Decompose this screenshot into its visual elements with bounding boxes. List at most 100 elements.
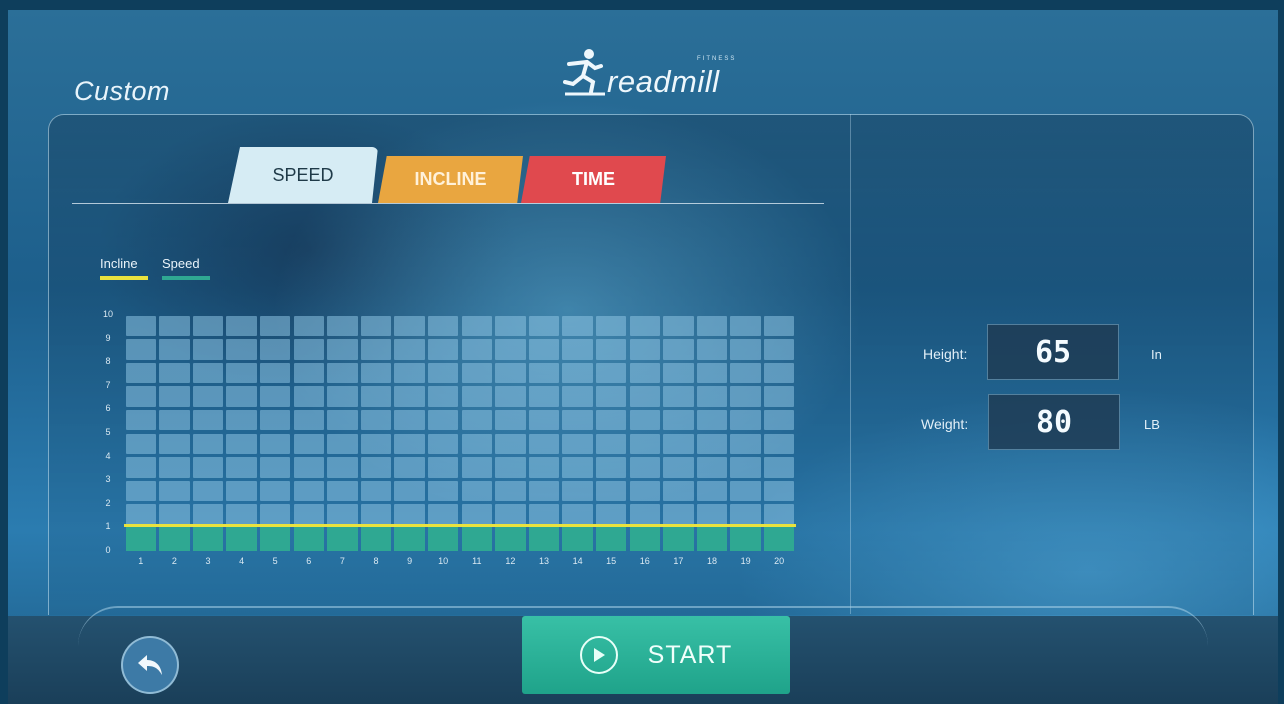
grid-cell[interactable] <box>293 386 325 407</box>
grid-cell[interactable] <box>427 339 459 360</box>
grid-cell[interactable] <box>259 433 291 455</box>
grid-cell[interactable] <box>763 504 795 525</box>
grid-cell[interactable] <box>696 504 728 525</box>
speed-bar[interactable] <box>327 526 358 551</box>
speed-bar[interactable] <box>360 526 392 551</box>
grid-cell[interactable] <box>293 315 325 337</box>
grid-cell[interactable] <box>327 315 358 337</box>
grid-cell[interactable] <box>562 433 593 455</box>
grid-cell[interactable] <box>394 480 425 502</box>
grid-cell[interactable] <box>125 362 157 384</box>
grid-cell[interactable] <box>562 457 593 478</box>
grid-cell[interactable] <box>595 339 627 360</box>
grid-cell[interactable] <box>528 457 560 478</box>
grid-cell[interactable] <box>360 315 392 337</box>
grid-cell[interactable] <box>663 386 694 407</box>
speed-bar[interactable] <box>159 526 190 551</box>
grid-cell[interactable] <box>159 433 190 455</box>
grid-cell[interactable] <box>730 480 761 502</box>
grid-cell[interactable] <box>360 457 392 478</box>
grid-cell[interactable] <box>394 504 425 525</box>
grid-cell[interactable] <box>730 409 761 431</box>
grid-cell[interactable] <box>730 362 761 384</box>
grid-cell[interactable] <box>226 386 257 407</box>
grid-cell[interactable] <box>394 362 425 384</box>
grid-cell[interactable] <box>663 362 694 384</box>
speed-bar[interactable] <box>763 526 795 551</box>
grid-cell[interactable] <box>159 504 190 525</box>
grid-cell[interactable] <box>696 339 728 360</box>
grid-cell[interactable] <box>427 315 459 337</box>
grid-cell[interactable] <box>696 409 728 431</box>
grid-cell[interactable] <box>495 409 526 431</box>
grid-cell[interactable] <box>159 480 190 502</box>
speed-bar[interactable] <box>562 526 593 551</box>
grid-cell[interactable] <box>394 339 425 360</box>
grid-cell[interactable] <box>730 339 761 360</box>
grid-cell[interactable] <box>159 315 190 337</box>
grid-cell[interactable] <box>192 433 224 455</box>
grid-cell[interactable] <box>159 362 190 384</box>
grid-cell[interactable] <box>394 386 425 407</box>
speed-bar[interactable] <box>192 526 224 551</box>
speed-bar[interactable] <box>226 526 257 551</box>
grid-cell[interactable] <box>696 362 728 384</box>
grid-cell[interactable] <box>125 504 157 525</box>
grid-cell[interactable] <box>293 339 325 360</box>
grid-cell[interactable] <box>293 362 325 384</box>
grid-cell[interactable] <box>259 339 291 360</box>
grid-cell[interactable] <box>696 315 728 337</box>
speed-bar[interactable] <box>696 526 728 551</box>
grid-cell[interactable] <box>528 386 560 407</box>
grid-cell[interactable] <box>595 362 627 384</box>
tab-time[interactable]: TIME <box>521 156 666 203</box>
grid-cell[interactable] <box>495 480 526 502</box>
grid-cell[interactable] <box>327 339 358 360</box>
speed-bar[interactable] <box>495 526 526 551</box>
grid-cell[interactable] <box>293 504 325 525</box>
tab-incline[interactable]: INCLINE <box>378 156 523 203</box>
grid-cell[interactable] <box>394 433 425 455</box>
grid-cell[interactable] <box>763 409 795 431</box>
grid-cell[interactable] <box>461 339 493 360</box>
grid-cell[interactable] <box>226 315 257 337</box>
grid-cell[interactable] <box>629 504 661 525</box>
grid-cell[interactable] <box>125 433 157 455</box>
grid-cell[interactable] <box>495 433 526 455</box>
grid-cell[interactable] <box>159 339 190 360</box>
grid-cell[interactable] <box>663 433 694 455</box>
grid-cell[interactable] <box>629 386 661 407</box>
grid-cell[interactable] <box>528 504 560 525</box>
speed-bar[interactable] <box>259 526 291 551</box>
speed-bar[interactable] <box>394 526 425 551</box>
grid-cell[interactable] <box>192 409 224 431</box>
grid-cell[interactable] <box>192 480 224 502</box>
grid-cell[interactable] <box>595 480 627 502</box>
tab-speed[interactable]: SPEED <box>228 147 378 203</box>
grid-cell[interactable] <box>226 409 257 431</box>
grid-cell[interactable] <box>360 409 392 431</box>
speed-bar[interactable] <box>730 526 761 551</box>
grid-cell[interactable] <box>226 480 257 502</box>
grid-cell[interactable] <box>696 480 728 502</box>
grid-cell[interactable] <box>629 433 661 455</box>
grid-cell[interactable] <box>360 504 392 525</box>
grid-cell[interactable] <box>528 362 560 384</box>
grid-cell[interactable] <box>495 362 526 384</box>
grid-cell[interactable] <box>595 315 627 337</box>
speed-bar[interactable] <box>595 526 627 551</box>
grid-cell[interactable] <box>495 386 526 407</box>
speed-bar[interactable] <box>629 526 661 551</box>
grid-cell[interactable] <box>327 457 358 478</box>
grid-cell[interactable] <box>763 362 795 384</box>
grid-cell[interactable] <box>562 409 593 431</box>
grid-cell[interactable] <box>696 457 728 478</box>
grid-cell[interactable] <box>461 386 493 407</box>
grid-cell[interactable] <box>125 315 157 337</box>
grid-cell[interactable] <box>293 457 325 478</box>
grid-cell[interactable] <box>763 386 795 407</box>
grid-cell[interactable] <box>259 480 291 502</box>
grid-cell[interactable] <box>159 386 190 407</box>
grid-cell[interactable] <box>192 339 224 360</box>
back-button[interactable] <box>121 636 179 694</box>
